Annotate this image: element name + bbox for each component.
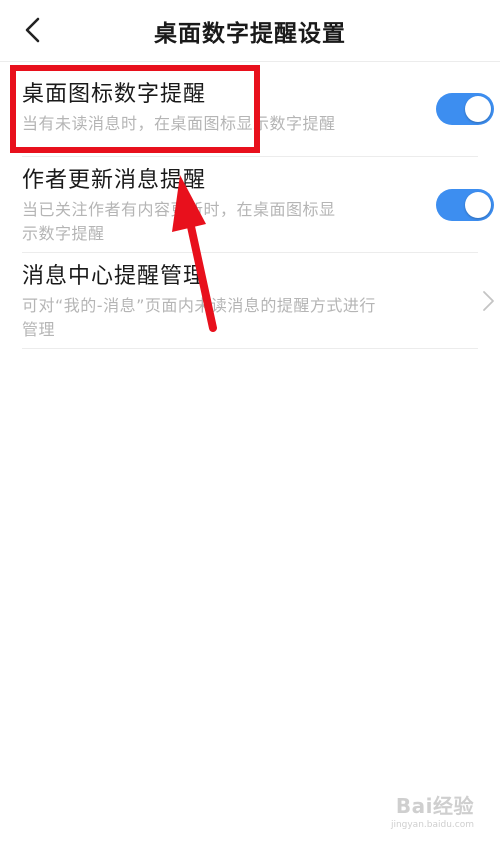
- author-update-toggle[interactable]: [436, 189, 494, 221]
- watermark-logo: Bai经验: [395, 794, 474, 818]
- setting-desktop-badge[interactable]: 桌面图标数字提醒 当有未读消息时，在桌面图标显示数字提醒: [22, 80, 478, 136]
- header-bar: 桌面数字提醒设置: [0, 0, 500, 62]
- setting-description: 可对“我的-消息”页面内未读消息的提醒方式进行 管理: [22, 294, 478, 342]
- desc-line: 示数字提醒: [22, 224, 105, 243]
- setting-label: 消息中心提醒管理: [22, 264, 207, 289]
- divider: [22, 252, 478, 253]
- watermark: Bai经验 jingyan.baidu.com: [391, 790, 474, 830]
- divider: [22, 156, 478, 157]
- desc-line: 当已关注作者有内容更新时，在桌面图标显: [22, 200, 336, 219]
- toggle-knob: [465, 96, 491, 122]
- setting-label: 作者更新消息提醒: [22, 168, 207, 193]
- desc-line: 管理: [22, 320, 56, 339]
- setting-message-center[interactable]: 消息中心提醒管理 可对“我的-消息”页面内未读消息的提醒方式进行 管理: [22, 262, 478, 342]
- chevron-right-icon[interactable]: [480, 289, 496, 313]
- desktop-badge-toggle[interactable]: [436, 93, 494, 125]
- setting-label: 桌面图标数字提醒: [22, 82, 207, 107]
- setting-description: 当已关注作者有内容更新时，在桌面图标显 示数字提醒: [22, 198, 478, 246]
- page-title: 桌面数字提醒设置: [154, 21, 346, 47]
- watermark-url: jingyan.baidu.com: [390, 820, 474, 830]
- toggle-knob: [465, 192, 491, 218]
- setting-author-update[interactable]: 作者更新消息提醒 当已关注作者有内容更新时，在桌面图标显 示数字提醒: [22, 166, 478, 246]
- setting-description: 当有未读消息时，在桌面图标显示数字提醒: [22, 114, 336, 133]
- desc-line: 可对“我的-消息”页面内未读消息的提醒方式进行: [22, 296, 376, 315]
- divider: [22, 348, 478, 349]
